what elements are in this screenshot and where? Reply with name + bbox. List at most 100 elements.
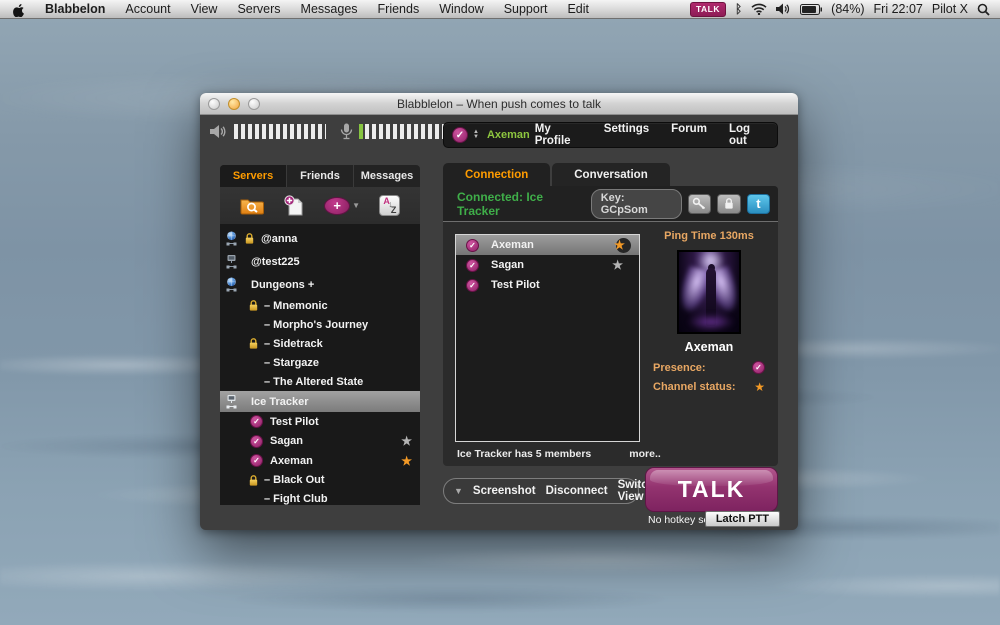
window-titlebar[interactable]: Blabblelon – When push comes to talk bbox=[200, 93, 798, 115]
ping-time: Ping Time 130ms bbox=[643, 230, 775, 242]
member-row-test-pilot[interactable]: ✓ Test Pilot bbox=[456, 275, 639, 295]
member-label: Axeman bbox=[270, 455, 313, 467]
my-profile-link[interactable]: My Profile bbox=[535, 123, 582, 147]
channel-status-label: Channel status: bbox=[653, 381, 736, 393]
member-profile-name: Axeman bbox=[643, 340, 775, 354]
menu-item-servers[interactable]: Servers bbox=[227, 2, 290, 16]
channel-star-icon: ★ bbox=[401, 435, 412, 447]
channel-label: – Fight Club bbox=[264, 493, 328, 505]
member-row-sagan[interactable]: ✓ Sagan ★ bbox=[220, 432, 420, 452]
battery-icon[interactable] bbox=[800, 4, 822, 15]
lock-button[interactable] bbox=[717, 194, 740, 214]
channel-row-black-out[interactable]: – Black Out bbox=[220, 471, 420, 490]
channel-label: – Stargaze bbox=[264, 357, 319, 369]
my-presence-icon[interactable]: ✓ bbox=[452, 127, 468, 143]
menu-item-app[interactable]: Blabbelon bbox=[35, 2, 115, 16]
channel-row-morphos-journey[interactable]: – Morpho's Journey bbox=[220, 315, 420, 334]
presence-stepper[interactable]: ▲▼ bbox=[473, 130, 479, 140]
server-row-anna[interactable]: @anna bbox=[220, 227, 420, 250]
menu-item-friends[interactable]: Friends bbox=[368, 2, 430, 16]
member-label: Sagan bbox=[270, 435, 303, 447]
talk-button[interactable]: TALK bbox=[645, 467, 778, 512]
output-volume-meter[interactable] bbox=[234, 124, 326, 139]
channel-row-the-altered-state[interactable]: – The Altered State bbox=[220, 372, 420, 391]
key-button[interactable] bbox=[688, 194, 711, 214]
left-panel: Servers Friends Messages + ▼ A ↓ Z bbox=[220, 165, 420, 505]
user-bar: ✓ ▲▼ Axeman My Profile Settings Forum Lo… bbox=[443, 122, 778, 148]
menu-item-support[interactable]: Support bbox=[494, 2, 558, 16]
tab-connection[interactable]: Connection bbox=[443, 163, 550, 186]
server-globe-icon bbox=[225, 231, 238, 247]
server-globe-icon bbox=[225, 277, 238, 293]
close-button[interactable] bbox=[208, 98, 220, 110]
lock-icon bbox=[248, 474, 259, 487]
tab-conversation[interactable]: Conversation bbox=[552, 163, 670, 186]
window-title: Blabblelon – When push comes to talk bbox=[397, 97, 601, 111]
server-row-ice-tracker[interactable]: Ice Tracker bbox=[220, 391, 420, 412]
screenshot-button[interactable]: Screenshot bbox=[473, 485, 536, 497]
talk-status-badge[interactable]: TALK bbox=[690, 2, 726, 17]
member-row-test-pilot[interactable]: ✓ Test Pilot bbox=[220, 412, 420, 432]
channel-member-list[interactable]: ✓ Axeman ★ ✓ Sagan ★ ✓ Test Pilot bbox=[455, 234, 640, 442]
latch-ptt-button[interactable]: Latch PTT bbox=[705, 511, 780, 527]
channel-row-sidetrack[interactable]: – Sidetrack bbox=[220, 334, 420, 353]
server-toolbar: + ▼ A ↓ Z bbox=[220, 187, 420, 224]
settings-link[interactable]: Settings bbox=[604, 123, 649, 147]
menu-item-messages[interactable]: Messages bbox=[291, 2, 368, 16]
member-count-footer: Ice Tracker has 5 members more.. bbox=[443, 448, 778, 460]
twitter-button[interactable]: t bbox=[747, 194, 770, 214]
member-row-sagan[interactable]: ✓ Sagan ★ bbox=[456, 255, 639, 275]
channel-row-stargaze[interactable]: – Stargaze bbox=[220, 353, 420, 372]
menu-clock[interactable]: Fri 22:07 bbox=[874, 2, 923, 16]
current-user-name: Axeman bbox=[487, 129, 530, 141]
channel-row-mnemonic[interactable]: – Mnemonic bbox=[220, 296, 420, 315]
connected-bar: Connected: Ice Tracker Key: GCpSom t bbox=[443, 186, 778, 222]
logout-link[interactable]: Log out bbox=[729, 123, 765, 147]
search-folder-button[interactable] bbox=[240, 196, 264, 215]
apple-menu-icon[interactable] bbox=[0, 2, 35, 17]
chevron-down-icon[interactable]: ▼ bbox=[454, 486, 463, 496]
server-key-pill: Key: GCpSom bbox=[591, 189, 683, 219]
server-list: @anna @test225 Dungeons + bbox=[220, 224, 420, 505]
server-row-test225[interactable]: @test225 bbox=[220, 250, 420, 273]
menu-item-account[interactable]: Account bbox=[115, 2, 180, 16]
minimize-button[interactable] bbox=[228, 98, 240, 110]
spotlight-search-icon[interactable] bbox=[977, 3, 990, 16]
window-content: Servers Friends Messages + ▼ A ↓ Z bbox=[200, 115, 798, 530]
audio-meters bbox=[210, 123, 457, 140]
channel-status-star-icon: ★ bbox=[754, 381, 765, 393]
presence-check-icon: ✓ bbox=[466, 239, 479, 252]
menu-user[interactable]: Pilot X bbox=[932, 2, 968, 16]
new-document-button[interactable] bbox=[283, 195, 305, 217]
forum-link[interactable]: Forum bbox=[671, 123, 707, 147]
disconnect-button[interactable]: Disconnect bbox=[546, 485, 608, 497]
add-server-dropdown-button[interactable]: + ▼ bbox=[324, 197, 360, 215]
wifi-icon[interactable] bbox=[751, 3, 767, 15]
menu-item-window[interactable]: Window bbox=[429, 2, 493, 16]
channel-label: – Black Out bbox=[264, 474, 325, 486]
bluetooth-icon[interactable]: ᛒ bbox=[735, 2, 742, 16]
channel-row-fight-club[interactable]: – Fight Club bbox=[220, 490, 420, 506]
presence-check-icon: ✓ bbox=[466, 279, 479, 292]
more-link[interactable]: more.. bbox=[629, 448, 661, 460]
server-row-dungeons[interactable]: Dungeons + bbox=[220, 273, 420, 296]
channel-label: – Sidetrack bbox=[264, 338, 323, 350]
sort-az-button[interactable]: A ↓ Z bbox=[379, 195, 400, 216]
menu-item-edit[interactable]: Edit bbox=[557, 2, 599, 16]
tab-messages[interactable]: Messages bbox=[354, 165, 420, 187]
member-row-axeman[interactable]: ✓ Axeman ★ bbox=[456, 235, 639, 255]
tab-friends[interactable]: Friends bbox=[287, 165, 354, 187]
member-row-axeman[interactable]: ✓ Axeman ★ bbox=[220, 451, 420, 471]
volume-icon[interactable] bbox=[776, 3, 791, 15]
connection-panel: Connected: Ice Tracker Key: GCpSom t ✓ A… bbox=[443, 186, 778, 466]
avatar-base-glow bbox=[687, 314, 735, 330]
channel-label: – The Altered State bbox=[264, 376, 363, 388]
menu-item-view[interactable]: View bbox=[181, 2, 228, 16]
member-name: Sagan bbox=[491, 259, 524, 271]
channel-star-icon: ★ bbox=[401, 455, 412, 467]
server-label: @anna bbox=[261, 233, 297, 245]
channel-star-icon: ★ bbox=[616, 238, 631, 253]
tab-servers[interactable]: Servers bbox=[220, 165, 287, 187]
blabbelon-window: Blabblelon – When push comes to talk S bbox=[200, 93, 798, 530]
zoom-button[interactable] bbox=[248, 98, 260, 110]
